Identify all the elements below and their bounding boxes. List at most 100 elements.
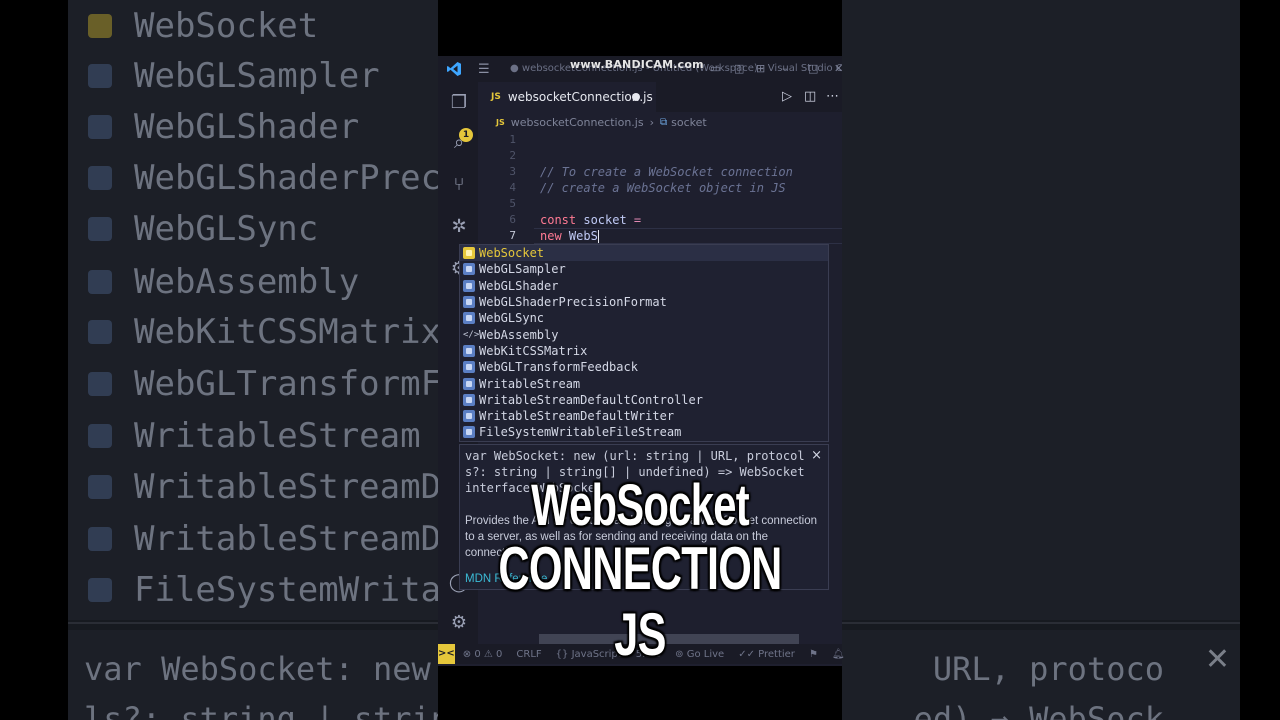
code-line: 2 xyxy=(478,148,842,164)
run-debug-icon[interactable]: ✲ xyxy=(448,216,470,238)
suggestion-label: WebGLShader xyxy=(479,278,559,293)
suggestion-item[interactable]: </> WebAssembly xyxy=(460,327,828,343)
interface-icon xyxy=(463,393,475,406)
bg-row: WritableStreamDefaultWriter xyxy=(88,513,438,565)
interface-icon xyxy=(463,377,475,390)
run-icon[interactable]: ▷ xyxy=(782,89,792,104)
identifier-token: WebS xyxy=(561,229,598,243)
suggestion-item[interactable]: WebSocket xyxy=(460,245,828,262)
suggestion-item[interactable]: WebKitCSSMatrix xyxy=(460,343,828,359)
breadcrumb-file[interactable]: websocketConnection.js xyxy=(511,116,644,129)
layout-icon[interactable]: ▭ xyxy=(710,62,720,75)
line-number: 2 xyxy=(509,149,516,162)
comment-text: // To create a WebSocket connection xyxy=(540,165,793,179)
menu-icon[interactable]: ☰ xyxy=(478,62,490,77)
explorer-icon[interactable]: ❐ xyxy=(448,92,470,114)
bg-row: WebGLTransformFeedback xyxy=(88,358,438,410)
suggestion-label: WebSocket xyxy=(479,246,545,261)
suggestion-item[interactable]: WritableStreamDefaultController xyxy=(460,392,828,408)
variable-icon: ⧉ xyxy=(660,116,668,128)
suggestion-item[interactable]: WritableStreamDefaultWriter xyxy=(460,408,828,424)
background-zoom-left: WebSocket WebGLSampler WebGLShader WebGL… xyxy=(68,0,438,720)
interface-icon xyxy=(463,296,475,309)
suggestion-item[interactable]: WebGLShaderPrecisionFormat xyxy=(460,294,828,310)
bg-divider xyxy=(842,622,1240,624)
bg-row: WebGLSync xyxy=(88,203,318,255)
line-number: 3 xyxy=(509,165,516,178)
feedback-icon[interactable]: ⚑ xyxy=(809,649,818,660)
identifier-token: socket xyxy=(576,213,634,227)
close-details-icon[interactable]: × xyxy=(811,448,822,463)
recorder-watermark: www.BANDICAM.com xyxy=(570,58,704,71)
code-line: 7 new WebS xyxy=(478,228,842,244)
bg-doc-fragment: ed) ⇒ WebSock xyxy=(913,700,1164,720)
module-icon: </> xyxy=(463,329,480,340)
error-count: 0 xyxy=(474,648,481,660)
background-zoom-right: URL, protoco ed) ⇒ WebSock ✕ xyxy=(842,0,1240,720)
interface-icon xyxy=(463,426,475,439)
interface-icon xyxy=(463,410,475,423)
bg-row: WritableStreamDefaultController xyxy=(88,461,438,513)
suggestion-item[interactable]: WebGLSampler xyxy=(460,261,828,277)
suggestion-item[interactable]: WebGLSync xyxy=(460,310,828,326)
keyword-token: new xyxy=(540,229,562,243)
line-number: 5 xyxy=(509,197,516,210)
bg-row: WebGLShaderPrecisionFormat xyxy=(88,152,438,204)
unsaved-dot-icon[interactable] xyxy=(632,93,640,101)
breadcrumb: JS websocketConnection.js › ⧉ socket xyxy=(496,114,707,130)
source-control-icon[interactable]: ⑂ xyxy=(448,174,470,196)
suggestion-widget: WebSocket WebGLSampler WebGLShader WebGL… xyxy=(459,244,829,442)
bg-row: WebAssembly xyxy=(88,256,359,308)
code-line: 3 // To create a WebSocket connection xyxy=(478,164,842,180)
interface-icon xyxy=(463,344,475,357)
code-line: 6 const socket = xyxy=(478,212,842,228)
line-number: 7 xyxy=(509,229,516,242)
search-icon[interactable]: ⌕ xyxy=(448,132,470,154)
remote-icon[interactable]: >< xyxy=(438,644,455,664)
comment-text: // create a WebSocket object in JS xyxy=(540,181,786,195)
suggestion-item[interactable]: WritableStream xyxy=(460,375,828,391)
suggestion-label: WebGLSampler xyxy=(479,262,566,277)
suggestion-label: WritableStreamDefaultController xyxy=(479,392,703,407)
close-window-icon[interactable]: ✕ xyxy=(834,62,842,75)
code-line: 1 xyxy=(478,132,842,148)
text-cursor xyxy=(597,230,599,243)
background-suggestions xyxy=(842,0,1240,620)
video-frame: WebSocket WebGLSampler WebGLShader WebGL… xyxy=(0,0,1280,720)
notifications-icon[interactable]: 🔔︎ xyxy=(832,649,845,660)
customize-layout-icon[interactable]: ⊞ xyxy=(756,62,765,75)
interface-icon xyxy=(463,312,475,325)
maximize-icon[interactable]: □ xyxy=(808,62,818,75)
breadcrumb-chevron-icon: › xyxy=(649,115,654,129)
bg-row: WritableStream xyxy=(88,410,421,462)
suggestion-label: WritableStreamDefaultWriter xyxy=(479,409,675,424)
suggestion-item[interactable]: WebGLTransformFeedback xyxy=(460,359,828,375)
breadcrumb-symbol[interactable]: socket xyxy=(671,116,707,129)
caption-subtitle: CONNECTION JS xyxy=(498,535,782,668)
suggestion-label: WebGLSync xyxy=(479,311,545,326)
sidebar-toggle-icon[interactable]: ◫ xyxy=(734,62,744,75)
code-line: 5 xyxy=(478,196,842,212)
code-text: const socket = xyxy=(540,212,641,228)
suggestion-item[interactable]: WebGLShader xyxy=(460,278,828,294)
manage-gear-icon[interactable]: ⚙ xyxy=(448,612,470,634)
tab-websocketconnection[interactable]: JS websocketConnection.js xyxy=(478,82,656,112)
bg-close-icon: ✕ xyxy=(1204,642,1230,677)
bg-row: WebGLShader xyxy=(88,101,359,153)
keyword-token: const xyxy=(540,213,577,227)
suggestion-label: WebGLShaderPrecisionFormat xyxy=(479,295,667,310)
more-actions-icon[interactable]: ⋯ xyxy=(826,89,839,104)
suggestion-label: FileSystemWritableFileStream xyxy=(479,425,682,440)
split-editor-icon[interactable]: ◫ xyxy=(804,89,816,104)
suggestion-label: WritableStream xyxy=(479,376,581,391)
suggestion-label: WebAssembly xyxy=(479,327,559,342)
bg-row: WebSocket xyxy=(88,0,318,52)
line-number: 1 xyxy=(509,133,516,146)
js-file-icon: JS xyxy=(491,92,501,102)
bg-row: FileSystemWritableFileStream xyxy=(88,564,438,616)
suggestion-label: WebGLTransformFeedback xyxy=(479,360,638,375)
class-icon xyxy=(463,247,475,260)
minimize-icon[interactable]: – xyxy=(782,62,788,75)
bg-row: WebGLSampler xyxy=(88,50,380,102)
suggestion-item[interactable]: FileSystemWritableFileStream xyxy=(460,424,828,440)
